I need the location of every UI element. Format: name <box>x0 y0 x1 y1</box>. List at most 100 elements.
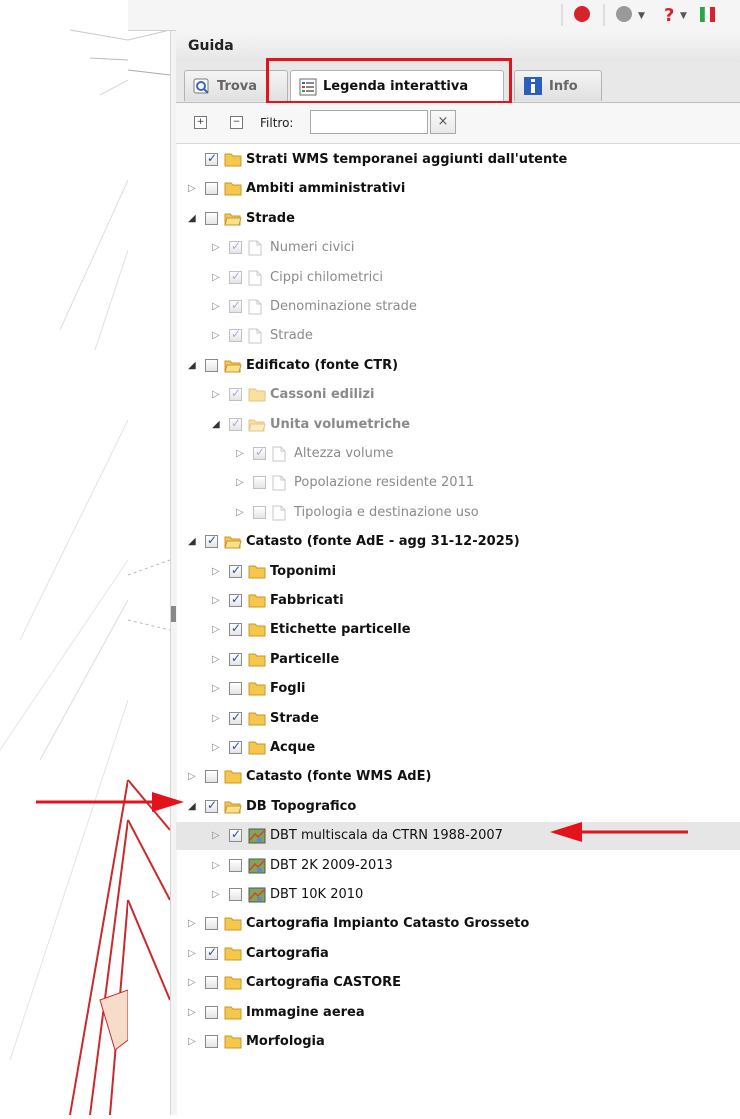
tree-row[interactable]: ▷ DBT 10K 2010 <box>176 881 740 909</box>
tree-row[interactable]: ▷ Cartografia Impianto Catasto Grosseto <box>176 910 740 938</box>
layer-checkbox[interactable] <box>253 445 266 460</box>
collapse-all-button[interactable]: − <box>230 116 243 129</box>
expand-arrow-icon[interactable]: ▷ <box>212 301 222 313</box>
collapse-arrow-icon[interactable]: ◢ <box>212 419 222 431</box>
tree-row-label: Catasto (fonte WMS AdE) <box>246 769 432 785</box>
expand-arrow-icon[interactable]: ▷ <box>188 948 198 960</box>
tree-row[interactable]: ▷ Particelle <box>176 646 740 674</box>
tree-row[interactable]: ▷ DBT 2K 2009-2013 <box>176 852 740 880</box>
expand-arrow-icon[interactable]: ▷ <box>212 566 222 578</box>
filter-input[interactable] <box>310 110 428 134</box>
tree-row[interactable]: ▷ Immagine aerea <box>176 999 740 1027</box>
layer-checkbox[interactable] <box>229 710 242 725</box>
layer-checkbox[interactable] <box>229 888 242 901</box>
tree-row[interactable]: ▷ Toponimi <box>176 558 740 586</box>
tree-row[interactable]: ▷ Fogli <box>176 675 740 703</box>
layer-checkbox[interactable] <box>205 151 218 166</box>
expand-arrow-icon[interactable]: ▷ <box>212 683 222 695</box>
tree-row[interactable]: Strati WMS temporanei aggiunti dall'uten… <box>176 146 740 174</box>
tree-row[interactable]: ▷ Etichette particelle <box>176 616 740 644</box>
expand-arrow-icon[interactable]: ▷ <box>212 713 222 725</box>
layer-checkbox[interactable] <box>229 858 242 872</box>
map-canvas <box>0 29 128 1115</box>
expand-arrow-icon[interactable]: ▷ <box>212 595 222 607</box>
tree-row[interactable]: ◢ Catasto (fonte AdE - agg 31-12-2025) <box>176 528 740 556</box>
annotation-arrow-left <box>36 792 184 812</box>
layer-checkbox[interactable] <box>229 269 242 284</box>
layer-checkbox[interactable] <box>253 505 266 519</box>
expand-arrow-icon[interactable]: ▷ <box>212 860 222 872</box>
tree-row[interactable]: ▷ Fabbricati <box>176 587 740 615</box>
layer-checkbox[interactable] <box>205 1035 218 1048</box>
tree-row[interactable]: ◢ Strade <box>176 205 740 233</box>
layer-checkbox[interactable] <box>205 976 218 990</box>
tree-row[interactable]: ▷ Strade <box>176 322 740 350</box>
tree-row[interactable]: ▷ Popolazione residente 2011 <box>176 469 740 497</box>
tree-row[interactable]: ◢ Unita volumetriche <box>176 411 740 439</box>
tree-row[interactable]: ▷ Cartografia <box>176 940 740 968</box>
layer-checkbox[interactable] <box>205 533 218 549</box>
expand-arrow-icon[interactable]: ▷ <box>188 918 198 930</box>
layer-checkbox[interactable] <box>205 798 218 813</box>
collapse-arrow-icon[interactable]: ◢ <box>188 536 198 548</box>
collapse-arrow-icon[interactable]: ◢ <box>188 213 198 225</box>
map-view[interactable] <box>0 0 128 1115</box>
layer-checkbox[interactable] <box>229 386 242 402</box>
expand-arrow-icon[interactable]: ▷ <box>188 1036 198 1048</box>
layer-checkbox[interactable] <box>205 358 218 372</box>
layer-checkbox[interactable] <box>205 211 218 225</box>
expand-arrow-icon[interactable]: ▷ <box>212 624 222 636</box>
tree-row[interactable]: ▷ Tipologia e destinazione uso <box>176 499 740 527</box>
layer-checkbox[interactable] <box>229 621 242 637</box>
layer-checkbox[interactable] <box>229 827 242 843</box>
expand-arrow-icon[interactable]: ▷ <box>236 507 246 519</box>
expand-arrow-icon[interactable]: ▷ <box>212 742 222 754</box>
layer-checkbox[interactable] <box>229 239 242 255</box>
expand-arrow-icon[interactable]: ▷ <box>188 771 198 783</box>
layer-checkbox[interactable] <box>229 682 242 696</box>
layer-checkbox[interactable] <box>205 917 218 931</box>
tree-row[interactable]: ▷ Altezza volume <box>176 440 740 468</box>
expand-arrow-icon[interactable]: ▷ <box>212 272 222 284</box>
tree-row[interactable]: ▷ Ambiti amministrativi <box>176 175 740 203</box>
layer-checkbox[interactable] <box>229 592 242 607</box>
tree-row[interactable]: ▷ Cartografia CASTORE <box>176 969 740 997</box>
layer-checkbox[interactable] <box>229 298 242 313</box>
layer-checkbox[interactable] <box>205 182 218 196</box>
expand-arrow-icon[interactable]: ▷ <box>212 889 222 901</box>
expand-arrow-icon[interactable]: ▷ <box>212 389 222 401</box>
layer-checkbox[interactable] <box>229 563 242 578</box>
layer-checkbox[interactable] <box>205 1005 218 1019</box>
tree-row[interactable]: ▷ Cippi chilometrici <box>176 264 740 292</box>
collapse-arrow-icon[interactable]: ◢ <box>188 801 198 813</box>
tree-row[interactable]: ▷ Strade <box>176 705 740 733</box>
tree-row[interactable]: ▷ Catasto (fonte WMS AdE) <box>176 763 740 791</box>
expand-arrow-icon[interactable]: ▷ <box>212 242 222 254</box>
layer-checkbox[interactable] <box>253 476 266 490</box>
tree-row[interactable]: ▷ Numeri civici <box>176 234 740 262</box>
tab-info[interactable]: Info <box>514 70 602 101</box>
layer-checkbox[interactable] <box>229 327 242 343</box>
tree-row[interactable]: ◢ Edificato (fonte CTR) <box>176 352 740 380</box>
collapse-arrow-icon[interactable]: ◢ <box>188 360 198 372</box>
layer-checkbox[interactable] <box>229 739 242 754</box>
expand-arrow-icon[interactable]: ▷ <box>188 183 198 195</box>
filter-clear-button[interactable]: × <box>430 110 456 134</box>
tree-row[interactable]: ◢ DB Topografico <box>176 793 740 821</box>
expand-arrow-icon[interactable]: ▷ <box>188 977 198 989</box>
layer-checkbox[interactable] <box>205 770 218 784</box>
tree-row[interactable]: ▷ Denominazione strade <box>176 293 740 321</box>
layer-checkbox[interactable] <box>229 651 242 666</box>
expand-arrow-icon[interactable]: ▷ <box>236 448 246 460</box>
layer-checkbox[interactable] <box>229 416 242 431</box>
expand-arrow-icon[interactable]: ▷ <box>212 654 222 666</box>
expand-arrow-icon[interactable]: ▷ <box>236 477 246 489</box>
tree-row[interactable]: ▷ Morfologia <box>176 1028 740 1056</box>
expand-arrow-icon[interactable]: ▷ <box>212 830 222 842</box>
tree-row[interactable]: ▷ Cassoni edilizi <box>176 381 740 409</box>
expand-arrow-icon[interactable]: ▷ <box>188 1007 198 1019</box>
tree-row[interactable]: ▷ Acque <box>176 734 740 762</box>
layer-checkbox[interactable] <box>205 945 218 960</box>
expand-arrow-icon[interactable]: ▷ <box>212 330 222 342</box>
expand-all-button[interactable]: + <box>194 116 207 129</box>
